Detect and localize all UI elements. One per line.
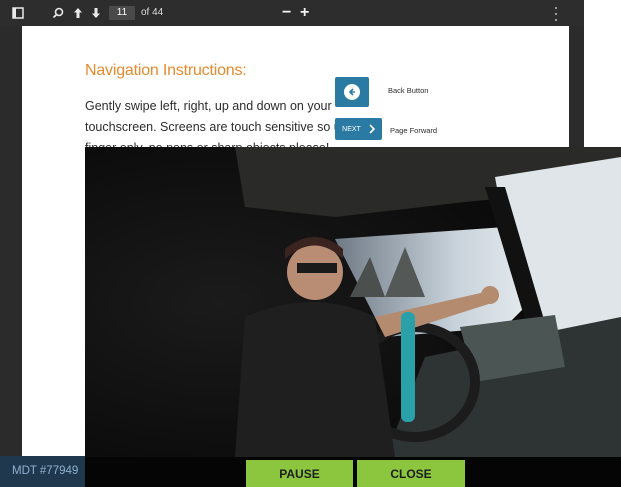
- video-player[interactable]: [85, 147, 621, 457]
- zoom-in-button[interactable]: +: [300, 4, 309, 22]
- more-vert-icon[interactable]: [555, 7, 558, 21]
- pdf-toolbar: 11 of 44 − +: [0, 0, 584, 26]
- page-heading: Navigation Instructions:: [85, 62, 247, 79]
- current-page-input[interactable]: 11: [109, 6, 135, 20]
- page-total: of 44: [141, 7, 164, 18]
- arrow-up-icon[interactable]: [70, 0, 86, 26]
- instructions-line: Gently swipe left, right, up and down on…: [85, 99, 332, 113]
- back-button-sample: [335, 77, 369, 107]
- sidebar-toggle-icon[interactable]: [10, 0, 26, 26]
- arrow-down-icon[interactable]: [88, 0, 104, 26]
- next-button-sample: NEXT: [335, 118, 382, 140]
- instructions-line: touchscreen. Screens are touch sensitive…: [85, 120, 382, 134]
- zoom-out-button[interactable]: −: [282, 4, 291, 22]
- back-button-label: Back Button: [388, 86, 429, 95]
- close-button[interactable]: CLOSE: [357, 460, 465, 487]
- chevron-right-icon: [369, 124, 375, 134]
- page-forward-label: Page Forward: [390, 126, 438, 135]
- pause-button[interactable]: PAUSE: [246, 460, 353, 487]
- arrow-left-icon: [344, 84, 360, 100]
- device-id: MDT #77949: [0, 456, 85, 487]
- video-controls-bar: [85, 457, 621, 487]
- next-button-text: NEXT: [342, 125, 361, 133]
- search-icon[interactable]: [50, 0, 66, 26]
